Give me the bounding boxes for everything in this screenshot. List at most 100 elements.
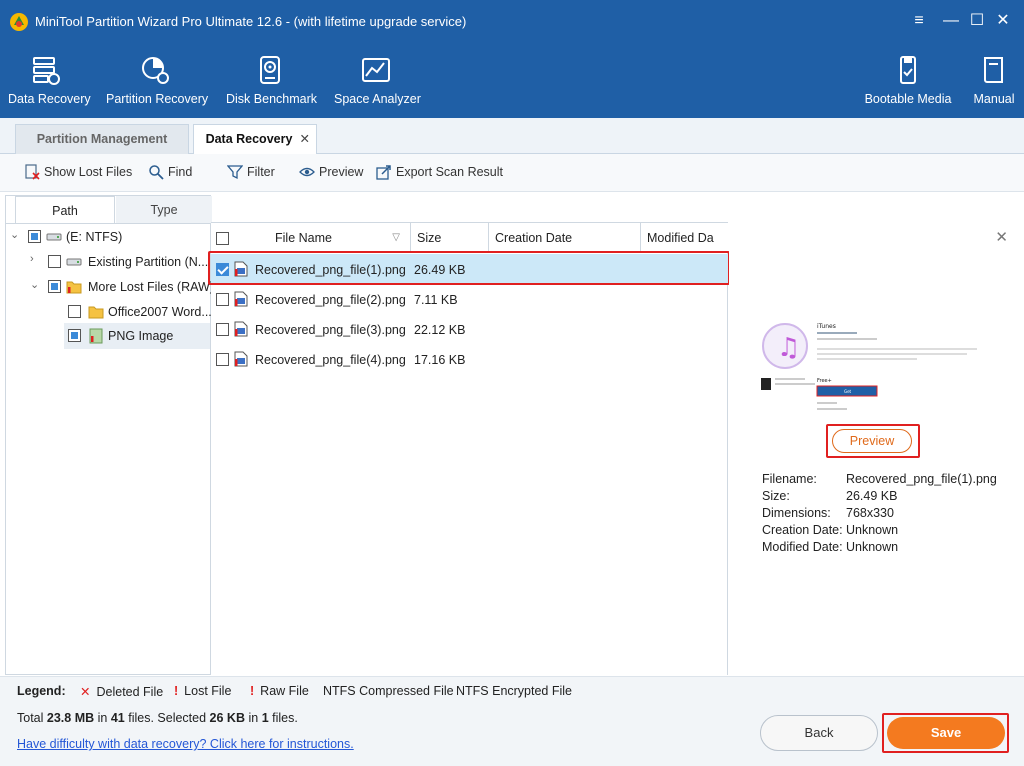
show-lost-files-icon: [25, 164, 40, 180]
highlight-box: [882, 713, 1009, 753]
highlight-box: [208, 251, 730, 285]
lost-file-icon: !: [174, 684, 179, 698]
scan-summary: Total 23.8 MB in 41 files. Selected 26 K…: [17, 711, 298, 725]
tree-item-png-image[interactable]: PNG Image: [64, 323, 210, 349]
main-tabs: Partition Management Data Recovery ✕: [0, 118, 1024, 155]
info-value: 768x330: [846, 506, 894, 520]
tree-item-existing-partition[interactable]: › Existing Partition (N...: [6, 251, 210, 273]
menu-icon[interactable]: ≡: [908, 10, 930, 32]
tab-data-recovery-label: Data Recovery: [205, 132, 293, 146]
ribbon-data-recovery-label: Data Recovery: [8, 92, 91, 106]
legend-label: Deleted File: [96, 685, 164, 699]
png-file-icon: [234, 321, 248, 337]
column-file-name-label: File Name: [275, 231, 332, 245]
legend-label: Lost File: [184, 684, 232, 698]
file-row[interactable]: Recovered_png_file(4).png 17.16 KB: [211, 344, 728, 374]
help-link[interactable]: Have difficulty with data recovery? Clic…: [17, 737, 354, 751]
tab-type[interactable]: Type: [116, 196, 212, 224]
file-size: 17.16 KB: [414, 353, 466, 367]
tree-item-e-ntfs[interactable]: ⌄ (E: NTFS): [6, 226, 210, 248]
file-checkbox[interactable]: [216, 353, 229, 366]
filter-button[interactable]: Filter: [227, 164, 275, 182]
legend-ntfs-compressed: NTFS Compressed File: [323, 684, 454, 698]
tree-item-label: PNG Image: [108, 329, 174, 343]
png-file-icon: [234, 351, 248, 367]
highlight-box: [826, 424, 920, 458]
file-name: Recovered_png_file(2).png: [255, 293, 406, 307]
ribbon-manual[interactable]: Manual: [968, 54, 1020, 110]
info-key: Filename:: [762, 472, 817, 486]
legend-label: Raw File: [260, 684, 309, 698]
summary-total-size: 23.8 MB: [46, 711, 95, 725]
column-file-name[interactable]: File Name ▽: [211, 223, 411, 253]
back-button[interactable]: Back: [760, 715, 878, 751]
tree-checkbox[interactable]: [48, 280, 61, 293]
tree-item-more-lost-files[interactable]: ⌄ More Lost Files (RAW): [6, 276, 214, 298]
tab-close-icon[interactable]: ✕: [300, 125, 310, 153]
export-icon: [376, 165, 391, 180]
file-checkbox[interactable]: [216, 323, 229, 336]
filter-label: Filter: [247, 165, 275, 179]
summary-text: files. Selected: [128, 711, 207, 725]
column-size[interactable]: Size: [411, 223, 489, 253]
preview-eye-icon: [299, 167, 315, 177]
chevron-down-icon[interactable]: ⌄: [30, 278, 42, 291]
ribbon-disk-benchmark[interactable]: Disk Benchmark: [226, 54, 317, 110]
show-lost-files-button[interactable]: Show Lost Files: [24, 164, 132, 182]
preview-toolbar-label: Preview: [319, 165, 364, 179]
preview-toolbar-button[interactable]: Preview: [299, 164, 363, 182]
file-checkbox[interactable]: [216, 293, 229, 306]
legend-label: NTFS Compressed File: [323, 684, 454, 698]
ribbon-space-analyzer-label: Space Analyzer: [334, 92, 421, 106]
export-scan-result-label: Export Scan Result: [396, 165, 503, 179]
tree-item-label: Existing Partition (N...: [88, 255, 209, 269]
info-key: Creation Date:: [762, 523, 843, 537]
ribbon-data-recovery[interactable]: Data Recovery: [8, 54, 91, 110]
close-window-icon[interactable]: ✕: [992, 10, 1014, 32]
tree-item-office2007[interactable]: Office2007 Word...: [6, 301, 212, 323]
tree-checkbox[interactable]: [68, 305, 81, 318]
file-size: 7.11 KB: [414, 293, 458, 307]
toolbar: Show Lost Files Find Filter Preview Expo…: [0, 154, 1024, 192]
tab-path[interactable]: Path: [15, 196, 115, 224]
minimize-icon[interactable]: —: [940, 10, 962, 32]
find-button[interactable]: Find: [148, 164, 192, 182]
sort-down-icon: ▽: [392, 232, 400, 243]
show-lost-files-label: Show Lost Files: [44, 165, 133, 179]
partition-recovery-icon: [142, 57, 169, 84]
disk-benchmark-icon: [260, 56, 280, 84]
ribbon-bootable-media[interactable]: Bootable Media: [864, 54, 952, 110]
maximize-icon[interactable]: ☐: [966, 10, 988, 32]
ribbon-partition-recovery[interactable]: Partition Recovery: [106, 54, 208, 110]
export-scan-result-button[interactable]: Export Scan Result: [376, 164, 503, 182]
tree-checkbox[interactable]: [68, 329, 81, 342]
column-modified-date[interactable]: Modified Da: [641, 223, 728, 253]
filter-icon: [227, 165, 243, 180]
legend-raw-file: ! Raw File: [250, 684, 309, 698]
tree-checkbox[interactable]: [48, 255, 61, 268]
tree-checkbox[interactable]: [28, 230, 41, 243]
file-row[interactable]: Recovered_png_file(2).png 7.11 KB: [211, 284, 728, 314]
ribbon-bootable-media-label: Bootable Media: [864, 92, 952, 106]
drive-icon: [66, 258, 82, 266]
tree-item-label: Office2007 Word...: [108, 305, 212, 319]
space-analyzer-icon: [362, 58, 390, 82]
legend-lost-file: ! Lost File: [174, 684, 231, 698]
column-creation-date[interactable]: Creation Date: [489, 223, 641, 253]
raw-file-icon: !: [250, 684, 255, 698]
close-preview-icon[interactable]: ✕: [995, 228, 1008, 246]
legend-bar: Legend: ✕ Deleted File ! Lost File ! Raw Fi…: [0, 676, 1024, 704]
summary-text: in: [248, 711, 259, 725]
ribbon-space-analyzer[interactable]: Space Analyzer: [334, 54, 421, 110]
tab-partition-management-label: Partition Management: [36, 132, 168, 146]
info-key: Size:: [762, 489, 790, 503]
folder-icon: [88, 306, 104, 319]
info-key: Modified Date:: [762, 540, 843, 554]
tab-data-recovery[interactable]: Data Recovery ✕: [193, 124, 317, 155]
chevron-right-icon[interactable]: ›: [30, 253, 42, 265]
chevron-down-icon[interactable]: ⌄: [10, 228, 22, 241]
file-row[interactable]: Recovered_png_file(3).png 22.12 KB: [211, 314, 728, 344]
thumb-cta: Get: [844, 389, 852, 394]
summary-text: files.: [272, 711, 298, 725]
tab-partition-management[interactable]: Partition Management: [15, 124, 189, 154]
